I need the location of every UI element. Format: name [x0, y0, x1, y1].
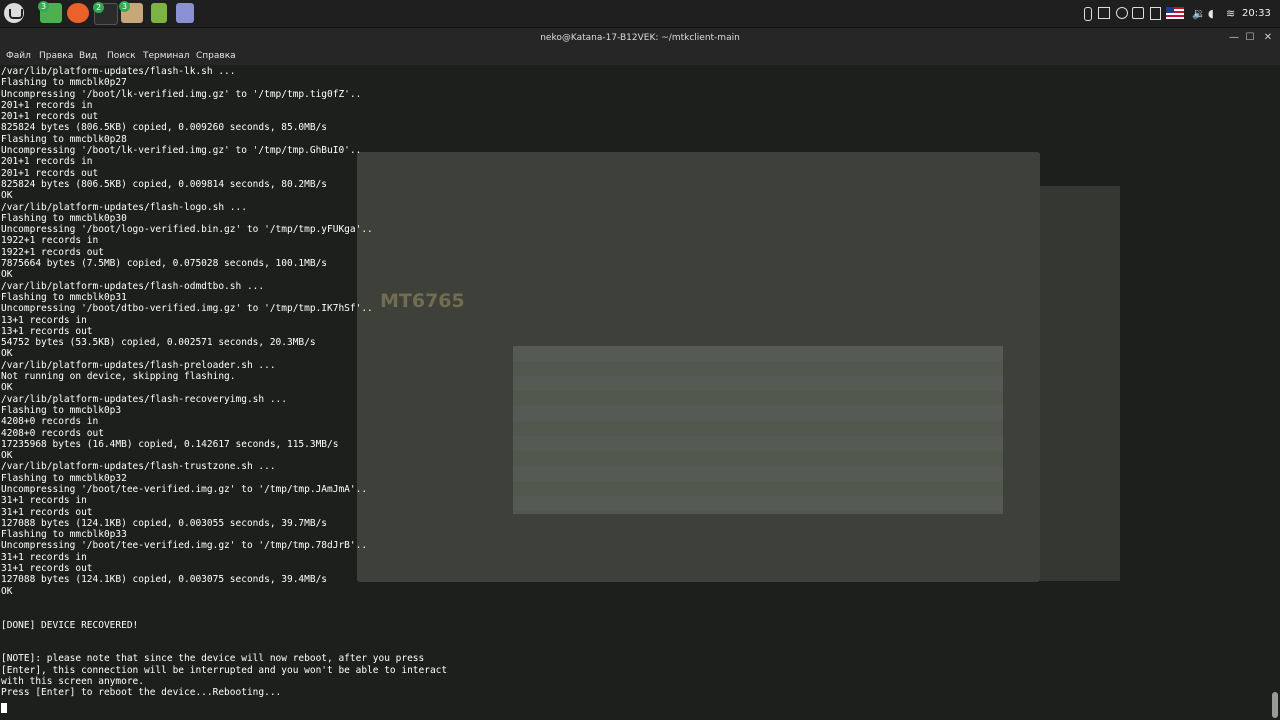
launcher-badge: 3	[38, 1, 49, 12]
terminal-line: Press [Enter] to reboot the device...Reb…	[1, 687, 282, 699]
terminal-line: /var/lib/platform-updates/flash-preloade…	[1, 359, 276, 371]
terminal-line: OK	[1, 450, 13, 462]
menu-bar: Файл Правка Вид Поиск Терминал Справка	[0, 48, 1280, 65]
window-title: neko@Katana-17-B12VEK: ~/mtkclient-main	[540, 33, 740, 43]
notes-launcher[interactable]	[176, 3, 194, 23]
menu-view[interactable]: Вид	[79, 48, 97, 65]
terminal-line: Uncompressing '/boot/tee-verified.img.gz…	[1, 483, 368, 495]
terminal-line: Flashing to mmcblk0p27	[1, 77, 127, 89]
terminal-line: 127088 bytes (124.1KB) copied, 0.003075 …	[1, 574, 328, 586]
terminal-line: Uncompressing '/boot/tee-verified.img.gz…	[1, 540, 368, 552]
background-table	[513, 346, 1003, 514]
terminal-launcher[interactable]: 2	[93, 2, 118, 25]
window-titlebar[interactable]: neko@Katana-17-B12VEK: ~/mtkclient-main …	[0, 28, 1280, 48]
terminal-line: 13+1 records out	[1, 325, 93, 337]
terminal-line: [Enter], this connection will be interru…	[1, 664, 448, 676]
terminal-line: Not running on device, skipping flashing…	[1, 371, 236, 383]
terminal-line: Flashing to mmcblk0p32	[1, 472, 127, 484]
menu-mint-icon[interactable]	[4, 3, 24, 23]
terminal-line: Flashing to mmcblk0p28	[1, 133, 127, 145]
top-panel: 3 2 3 🔉 ◖ ≋ 20:33	[0, 0, 1280, 28]
launcher-badge: 3	[119, 1, 130, 12]
menu-file[interactable]: Файл	[6, 48, 31, 65]
terminal-line: /var/lib/platform-updates/flash-logo.sh …	[1, 201, 247, 213]
terminal-line: 31+1 records in	[1, 495, 87, 507]
terminal-line: OK	[1, 585, 13, 597]
text-cursor	[1, 703, 7, 713]
terminal-line: 201+1 records in	[1, 99, 93, 111]
terminal-line: Uncompressing '/boot/lk-verified.img.gz'…	[1, 88, 362, 100]
terminal-line: Flashing to mmcblk0p31	[1, 291, 127, 303]
terminal-line: 13+1 records in	[1, 314, 87, 326]
terminal-line: 201+1 records in	[1, 156, 93, 168]
terminal-line: [DONE] DEVICE RECOVERED!	[1, 619, 139, 631]
bluetooth-icon[interactable]	[1084, 7, 1092, 21]
terminal-line: 7875664 bytes (7.5MB) copied, 0.075028 s…	[1, 258, 328, 270]
terminal-line: Flashing to mmcblk0p3	[1, 404, 122, 416]
terminal-line: /var/lib/platform-updates/flash-lk.sh ..…	[1, 66, 236, 77]
terminal-line: OK	[1, 382, 13, 394]
network-manager-icon[interactable]	[1116, 7, 1128, 19]
terminal-line: 4208+0 records out	[1, 427, 104, 439]
menu-search[interactable]: Поиск	[107, 48, 136, 65]
terminal-line: 1922+1 records in	[1, 235, 99, 247]
menu-help[interactable]: Справка	[196, 48, 236, 65]
terminal-line: 31+1 records in	[1, 551, 87, 563]
document-launcher[interactable]	[151, 3, 167, 23]
battery-icon[interactable]	[1098, 7, 1110, 19]
terminal-line: Uncompressing '/boot/logo-verified.bin.g…	[1, 224, 373, 236]
terminal-output: /var/lib/platform-updates/flash-lk.sh ..…	[1, 66, 447, 699]
terminal-line: 825824 bytes (806.5KB) copied, 0.009260 …	[1, 122, 328, 134]
notes-icon[interactable]	[1150, 7, 1161, 20]
scrollbar-thumb[interactable]	[1272, 692, 1278, 718]
minimize-button[interactable]: —	[1226, 28, 1242, 48]
terminal-line: OK	[1, 190, 13, 202]
terminal-line: 127088 bytes (124.1KB) copied, 0.003055 …	[1, 517, 328, 529]
terminal-line: Uncompressing '/boot/lk-verified.img.gz'…	[1, 145, 362, 157]
clock[interactable]: 20:33	[1242, 0, 1271, 27]
folder-launcher[interactable]: 3	[119, 1, 143, 23]
us-flag-icon[interactable]	[1166, 7, 1184, 19]
terminal-line: [NOTE]: please note that since the devic…	[1, 653, 425, 665]
terminal-line: OK	[1, 269, 13, 281]
maximize-button[interactable]: ☐	[1242, 28, 1258, 48]
terminal-line: /var/lib/platform-updates/flash-trustzon…	[1, 461, 276, 473]
terminal-line: 4208+0 records in	[1, 416, 99, 428]
wifi-icon[interactable]: ≋	[1226, 0, 1235, 27]
terminal-line: /var/lib/platform-updates/flash-recovery…	[1, 393, 287, 405]
terminal-area[interactable]: MT6765 /var/lib/platform-updates/flash-l…	[0, 65, 1280, 720]
menu-edit[interactable]: Правка	[39, 48, 73, 65]
close-button[interactable]: ✕	[1260, 28, 1276, 48]
launcher-badge: 2	[93, 2, 104, 13]
terminal-line: 1922+1 records out	[1, 246, 104, 258]
terminal-line: 31+1 records out	[1, 563, 93, 575]
terminal-line: Uncompressing '/boot/dtbo-verified.img.g…	[1, 303, 373, 315]
terminal-line: 54752 bytes (53.5KB) copied, 0.002571 se…	[1, 337, 316, 349]
sound-icon[interactable]: ◖	[1208, 0, 1214, 27]
updates-icon[interactable]	[1132, 7, 1144, 19]
terminal-line: 31+1 records out	[1, 506, 93, 518]
terminal-line: OK	[1, 348, 13, 360]
terminal-line: /var/lib/platform-updates/flash-odmdtbo.…	[1, 280, 265, 292]
firefox-launcher[interactable]	[67, 3, 89, 23]
terminal-line: Flashing to mmcblk0p30	[1, 212, 127, 224]
background-window	[1040, 186, 1120, 581]
volume-icon[interactable]: 🔉	[1192, 0, 1206, 27]
terminal-line: 201+1 records out	[1, 111, 99, 123]
terminal-line: 825824 bytes (806.5KB) copied, 0.009814 …	[1, 178, 328, 190]
terminal-line: 201+1 records out	[1, 167, 99, 179]
terminal-line: 17235968 bytes (16.4MB) copied, 0.142617…	[1, 438, 339, 450]
terminal-line: Flashing to mmcblk0p33	[1, 529, 127, 541]
files-launcher[interactable]: 3	[38, 1, 62, 23]
terminal-line: with this screen anymore.	[1, 676, 144, 688]
menu-terminal[interactable]: Терминал	[143, 48, 190, 65]
